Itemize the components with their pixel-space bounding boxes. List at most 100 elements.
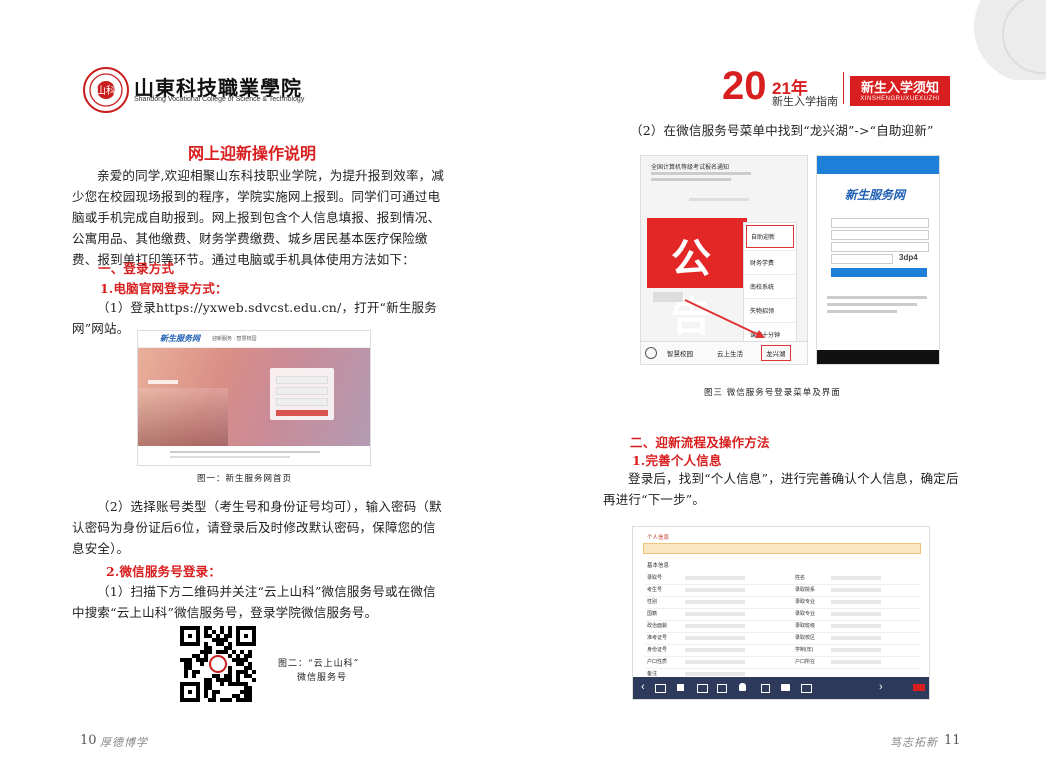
camera-icon[interactable] (781, 684, 790, 691)
footer-right-page: 11 (944, 733, 961, 748)
info-row-label: 录取专业 (795, 599, 816, 605)
info-row-label: 录取班级 (795, 623, 816, 629)
notice-banner: 公告 (647, 218, 747, 339)
info-row-value[interactable] (685, 612, 745, 616)
section-heading-login: 一、登录方式 (98, 261, 175, 276)
card-icon[interactable] (697, 684, 708, 693)
qr-module (196, 670, 200, 674)
info-row-value[interactable] (685, 636, 745, 640)
info-row-label: 身份证号 (647, 647, 668, 653)
info-row: 身份证号 学制(年) (645, 645, 921, 657)
site-logo: 新生服务网 (160, 334, 200, 343)
chevron-right-icon[interactable]: › (879, 681, 883, 693)
qr-module (228, 634, 232, 638)
info-row: 性别 录取专业 (645, 597, 921, 609)
info-row-value[interactable] (685, 648, 745, 652)
qr-module (208, 650, 212, 654)
info-row-value[interactable] (685, 660, 745, 664)
figure-3-caption: 图三 微信服务号登录菜单及界面 (704, 388, 841, 398)
menu-item[interactable]: 财务学费 (744, 250, 796, 274)
print-icon[interactable] (801, 684, 812, 693)
tab-smart-campus[interactable]: 智慧校园 (667, 348, 693, 358)
step-wechat-follow: （1）扫描下方二维码并关注“云上山科”微信服务号或在微信中搜索“云上山科”微信服… (72, 584, 436, 620)
person-icon[interactable] (739, 683, 746, 691)
info-row-label: 国籍 (647, 611, 658, 617)
info-alert (643, 543, 921, 554)
wechat-bottom-bar: 智慧校园 云上生活 龙兴湖 (641, 341, 807, 364)
phone-login-button[interactable] (831, 268, 927, 277)
header-divider (843, 72, 844, 104)
qr-module (216, 690, 220, 694)
info-row-label: 考生号 (647, 587, 663, 593)
badge-pinyin: XINSHENGRUXUEXUZHI (860, 96, 940, 102)
step-personal-info: 登录后，找到“个人信息”，进行完善确认个人信息，确定后再进行“下一步”。 (603, 471, 959, 507)
info-table: 录取号 姓名 考生号 录取院系 性别 录取专业 国籍 录取专业 政治面貌 录取班级 准考证号 录取校区… (645, 573, 921, 681)
info-tab[interactable]: 个人信息 (647, 533, 669, 541)
figure-2-caption-line1: 图二：“云上山科” (278, 659, 360, 669)
menu-item[interactable]: 南校系统 (744, 274, 796, 298)
info-row-value[interactable] (831, 660, 881, 664)
list-icon[interactable] (655, 684, 666, 693)
subheading-web-login: 1.电脑官网登录方式： (100, 281, 228, 296)
next-button[interactable] (913, 684, 925, 691)
info-row-value[interactable] (831, 600, 881, 604)
info-row: 准考证号 录取校区 (645, 633, 921, 645)
info-row-value[interactable] (685, 624, 745, 628)
step-password: （2）选择账号类型（考生号和身份证号均可），输入密码（默认密码为身份证后6位，请… (72, 499, 442, 556)
qr-module (200, 662, 204, 666)
footer-left-motto: 厚德博学 (100, 736, 148, 749)
tab-longxinghu[interactable]: 龙兴湖 (761, 345, 791, 361)
info-row-label: 政治面貌 (647, 623, 668, 629)
qr-center-logo (209, 655, 227, 673)
edit-icon[interactable] (761, 684, 770, 693)
info-row-label: 录取专业 (795, 611, 816, 617)
footer-left-page: 10 (80, 733, 97, 748)
qr-module (184, 674, 188, 678)
info-row-value[interactable] (685, 672, 745, 676)
qr-code (180, 626, 256, 702)
info-row-label: 备注 (647, 671, 658, 677)
info-row-label: 录取号 (647, 575, 663, 581)
keyboard-icon[interactable] (645, 347, 657, 359)
info-row: 国籍 录取专业 (645, 609, 921, 621)
qr-module (252, 670, 256, 674)
figure-website-screenshot: 新生服务网 迎新服务 · 智慧校园 (137, 330, 371, 466)
info-row-label: 姓名 (795, 575, 806, 581)
info-row: 户口性质 户口所在 (645, 657, 921, 669)
info-row: 政治面貌 录取班级 (645, 621, 921, 633)
qr-module (248, 698, 252, 702)
figure-2-caption-line2: 微信服务号 (297, 673, 348, 683)
doc-icon[interactable] (717, 684, 727, 693)
footer-right-motto: 笃志拓新 (890, 736, 938, 749)
school-logo: 山科 (82, 66, 130, 114)
menu-item[interactable]: 自助迎新 (746, 225, 794, 248)
figure-personal-info: 个人信息 基本信息 录取号 姓名 考生号 录取院系 性别 录取专业 国籍 录取专业 政治面貌 录取… (632, 526, 930, 700)
info-row-value[interactable] (685, 576, 745, 580)
chevron-left-icon[interactable]: ‹ (641, 681, 645, 693)
captcha-text: 3dp4 (899, 253, 918, 262)
info-row-value[interactable] (685, 588, 745, 592)
info-row-label: 学制(年) (795, 647, 814, 653)
figure-wechat-menu: 全国计算机等级考试报名通知 公告 自助迎新 财务学费 南校系统 失物招领 课间十… (640, 155, 808, 365)
notice-title: 全国计算机等级考试报名通知 (651, 165, 730, 171)
info-row-value[interactable] (831, 624, 881, 628)
page-title: 网上迎新操作说明 (188, 144, 317, 163)
cart-icon[interactable] (677, 684, 684, 691)
corner-decoration (968, 0, 1046, 80)
info-row-label: 户口性质 (647, 659, 668, 665)
qr-module (204, 658, 208, 662)
info-row-value[interactable] (831, 612, 881, 616)
phone-site-logo: 新生服务网 (845, 188, 906, 202)
info-row-label: 准考证号 (647, 635, 668, 641)
step-wechat-menu: （2）在微信服务号菜单中找到“龙兴湖”->“自助迎新” (630, 123, 934, 138)
info-row-value[interactable] (685, 600, 745, 604)
info-row-value[interactable] (831, 576, 881, 580)
qr-module (228, 698, 232, 702)
info-row-value[interactable] (831, 636, 881, 640)
info-row-value[interactable] (831, 588, 881, 592)
info-row-value[interactable] (831, 648, 881, 652)
tab-cloud-life[interactable]: 云上生活 (717, 348, 743, 358)
header-badge: 新生入学须知 XINSHENGRUXUEXUZHI (850, 76, 950, 106)
arrow-icon (684, 299, 765, 338)
qr-module (252, 678, 256, 682)
